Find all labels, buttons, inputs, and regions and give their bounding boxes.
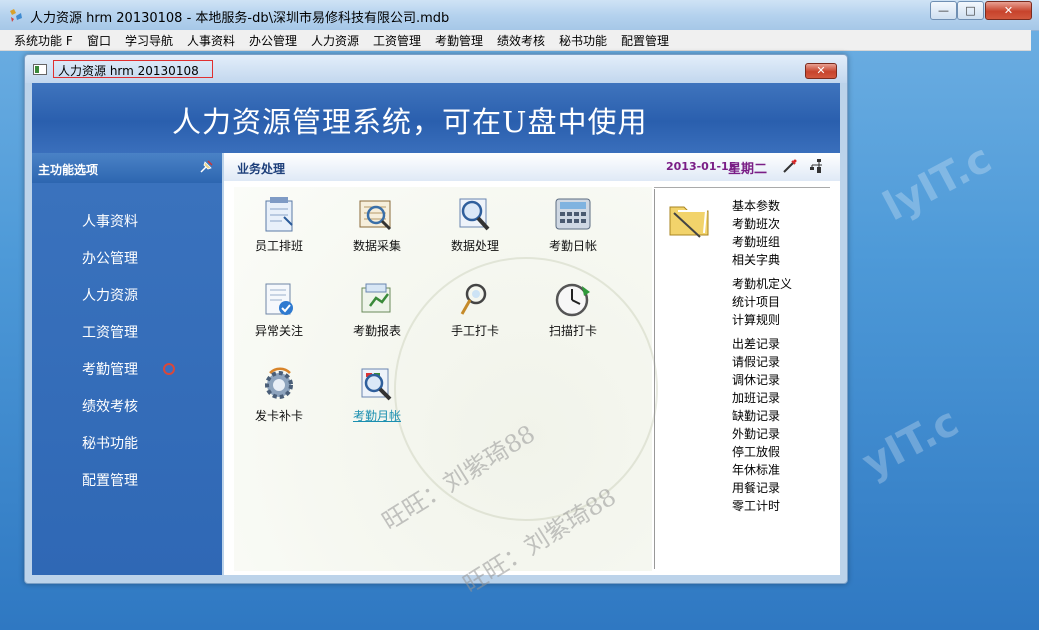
link-absence[interactable]: 缺勤记录 [732,407,780,424]
link-calc-rules[interactable]: 计算规则 [732,311,780,328]
menu-payroll[interactable]: 工资管理 [373,32,421,49]
main-body: 员工排班 数据采集 数据处理 考勤日帐 异常关注 考勤报表 手工打卡 扫描打卡 … [224,181,840,575]
nav-item-attendance[interactable]: 考勤管理 [82,359,138,379]
gear-icon [265,367,293,399]
nav-item-payroll[interactable]: 工资管理 [82,322,138,342]
nav-title: 主功能选项 [38,163,99,177]
maximize-button[interactable]: □ [957,1,984,20]
schedule-icon [265,197,293,232]
menu-window[interactable]: 窗口 [87,32,111,49]
tile-label: 扫描打卡 [548,324,597,338]
child-close-button[interactable]: ✕ [805,63,837,79]
nav-item-secretary[interactable]: 秘书功能 [82,433,138,453]
org-tree-icon[interactable] [808,158,824,174]
divider [654,187,830,188]
tile-manual-punch[interactable]: 手工打卡 [430,280,520,339]
section-title: 业务处理 [237,162,286,176]
link-basic-params[interactable]: 基本参数 [732,197,780,214]
child-title-box: 人力资源 hrm 20130108 [53,60,213,78]
tile-label: 手工打卡 [450,324,499,338]
app-icon [10,9,22,22]
menu-secretary[interactable]: 秘书功能 [559,32,607,49]
main-header: 业务处理 2013-01-15 星期二 [224,153,840,182]
tile-staff-schedule[interactable]: 员工排班 [234,195,324,254]
tile-label: 数据采集 [352,239,401,253]
report-icon [361,283,391,313]
tile-scan-punch[interactable]: 扫描打卡 [528,280,618,339]
link-shift-groups[interactable]: 考勤班组 [732,233,780,250]
link-shifts[interactable]: 考勤班次 [732,215,780,232]
menu-hr[interactable]: 人力资源 [311,32,359,49]
tile-attendance-report[interactable]: 考勤报表 [332,280,422,339]
link-annual-leave[interactable]: 年休标准 [732,461,780,478]
background-decoration: lyIT.c [875,135,999,231]
selected-indicator-icon [163,363,175,375]
link-meals[interactable]: 用餐记录 [732,479,780,496]
tile-area: 员工排班 数据采集 数据处理 考勤日帐 异常关注 考勤报表 手工打卡 扫描打卡 … [234,187,658,571]
banner-title: 人力资源管理系统，可在U盘中使用 [172,105,648,139]
current-date: 2013-01-15 [666,160,737,173]
manual-punch-icon [460,283,487,315]
window-title: 人力资源 hrm 20130108 - 本地服务-db\深圳市易修科技有限公司.… [30,11,450,26]
nav-header: 主功能选项 [32,153,222,184]
tile-label: 数据处理 [450,239,499,253]
link-dictionary[interactable]: 相关字典 [732,251,780,268]
link-stat-items[interactable]: 统计项目 [732,293,780,310]
tile-label: 考勤月帐 [352,409,401,423]
child-window-title: 人力资源 hrm 20130108 [58,64,199,78]
calculator-icon [555,198,591,230]
child-titlebar: 人力资源 hrm 20130108 ✕ [25,55,847,83]
document-check-icon [265,283,293,315]
link-compensatory[interactable]: 调休记录 [732,371,780,388]
nav-item-personnel[interactable]: 人事资料 [82,211,138,231]
menu-config[interactable]: 配置管理 [621,32,669,49]
child-window: 人力资源 hrm 20130108 ✕ 人力资源管理系统，可在U盘中使用 主功能… [24,54,848,584]
tile-attendance-daily[interactable]: 考勤日帐 [528,195,618,254]
menu-attendance[interactable]: 考勤管理 [435,32,483,49]
nav-item-office[interactable]: 办公管理 [82,248,138,268]
clock-icon [555,283,590,317]
tile-label: 员工排班 [254,239,303,253]
link-overtime[interactable]: 加班记录 [732,389,780,406]
tile-label: 异常关注 [254,324,303,338]
main-nav: 人事资料 办公管理 人力资源 工资管理 考勤管理 绩效考核 秘书功能 配置管理 [32,183,222,575]
menu-office[interactable]: 办公管理 [249,32,297,49]
nav-item-config[interactable]: 配置管理 [82,470,138,490]
menu-learning-guide[interactable]: 学习导航 [125,32,173,49]
link-hourly-work[interactable]: 零工计时 [732,497,780,514]
link-field-work[interactable]: 外勤记录 [732,425,780,442]
menu-personnel[interactable]: 人事资料 [187,32,235,49]
divider [654,189,655,569]
menu-system[interactable]: 系统功能 F [14,32,73,49]
menubar: 系统功能 F 窗口 学习导航 人事资料 办公管理 人力资源 工资管理 考勤管理 … [0,30,1031,51]
tile-label: 考勤日帐 [548,239,597,253]
folder-settings-icon[interactable] [666,197,714,241]
minimize-button[interactable]: — [930,1,957,20]
window-icon [33,64,47,75]
nav-item-hr[interactable]: 人力资源 [82,285,138,305]
link-device-definition[interactable]: 考勤机定义 [732,275,792,292]
data-collect-icon [359,200,392,231]
pen-icon[interactable] [782,158,798,174]
pin-icon[interactable] [198,159,214,175]
window-titlebar: 人力资源 hrm 20130108 - 本地服务-db\深圳市易修科技有限公司.… [0,0,1039,31]
link-leave[interactable]: 请假记录 [732,353,780,370]
tile-label: 考勤报表 [352,324,401,338]
nav-item-performance[interactable]: 绩效考核 [82,396,138,416]
magnifier-icon [459,198,490,231]
link-holiday[interactable]: 停工放假 [732,443,780,460]
magnifier-icon [361,368,392,401]
tile-attendance-monthly[interactable]: 考勤月帐 [332,365,422,424]
tile-data-processing[interactable]: 数据处理 [430,195,520,254]
tile-exception-watch[interactable]: 异常关注 [234,280,324,339]
link-business-trip[interactable]: 出差记录 [732,335,780,352]
current-weekday: 星期二 [728,162,768,177]
background-decoration: yIT.c [855,398,966,488]
tile-data-collection[interactable]: 数据采集 [332,195,422,254]
tile-label: 发卡补卡 [254,409,303,423]
banner: 人力资源管理系统，可在U盘中使用 [32,83,840,153]
close-button[interactable]: ✕ [985,1,1032,20]
menu-performance[interactable]: 绩效考核 [497,32,545,49]
tile-card-issue[interactable]: 发卡补卡 [234,365,324,424]
